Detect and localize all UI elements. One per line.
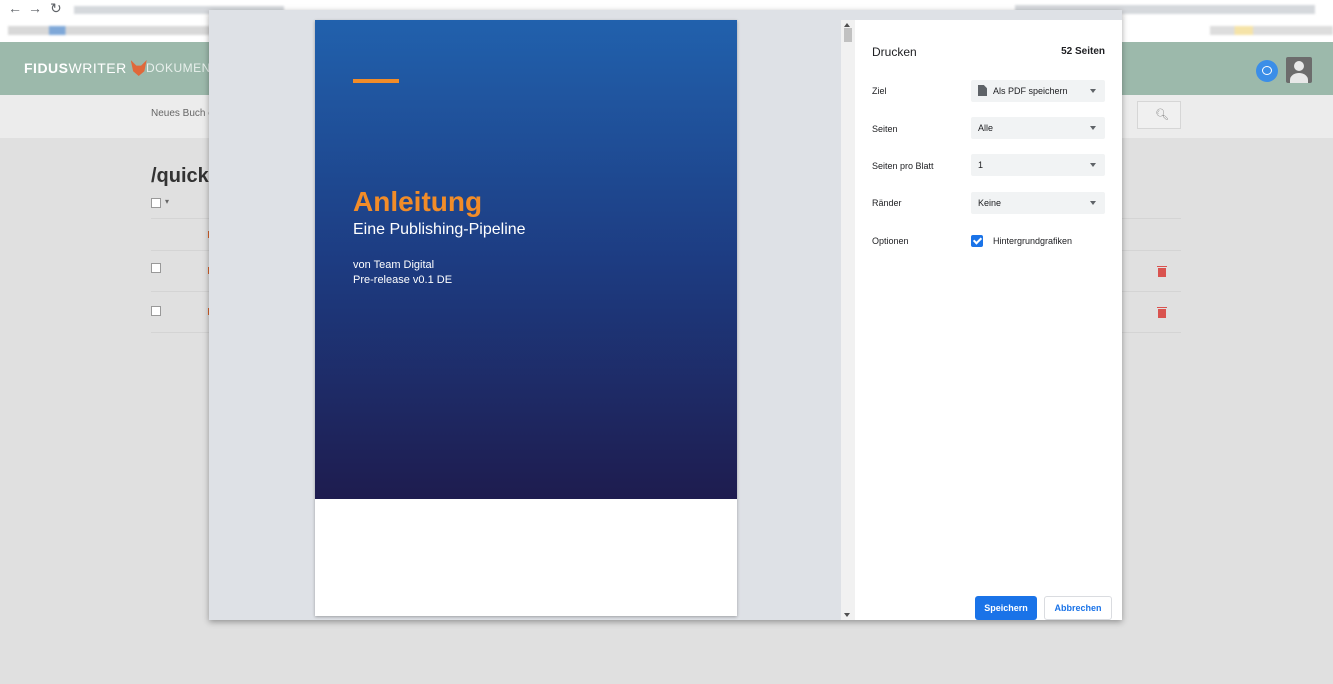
select-all-checkbox[interactable] [151,198,161,208]
print-preview-page: Anleitung Eine Publishing-Pipeline von T… [315,20,737,616]
pages-select[interactable]: Alle [971,117,1105,139]
reload-icon[interactable]: ↻ [50,0,62,17]
chat-icon[interactable] [1256,60,1278,82]
pages-value: Alle [978,123,994,133]
margins-value: Keine [978,198,1002,208]
background-graphics-checkbox[interactable] [971,235,983,247]
margins-select[interactable]: Keine [971,192,1105,214]
save-button[interactable]: Speichern [975,596,1037,620]
trash-icon[interactable] [1157,307,1167,318]
bookmarks-bar[interactable] [8,26,213,35]
options-label: Optionen [872,236,909,246]
app-logo[interactable]: FIDUSWRITER [24,60,147,76]
search-icon: 🔍︎ [1155,109,1169,121]
scroll-down-icon[interactable] [844,613,850,617]
chevron-down-icon [1090,163,1096,167]
cover-subtitle: Eine Publishing-Pipeline [353,221,526,238]
scroll-up-icon[interactable] [844,23,850,27]
trash-icon[interactable] [1157,266,1167,277]
logo-light-text: WRITER [68,60,127,76]
print-settings-panel: Drucken 52 Seiten Ziel Als PDF speichern… [855,20,1122,620]
chevron-down-icon [1090,89,1096,93]
cover-background: Anleitung Eine Publishing-Pipeline von T… [315,20,737,499]
destination-value: Als PDF speichern [993,86,1068,96]
page-count: 52 Seiten [1061,46,1105,57]
fox-logo-icon [130,60,147,76]
destination-select[interactable]: Als PDF speichern [971,80,1105,102]
nav-documents[interactable]: DOKUMENT [146,61,219,75]
cover-accent-bar [353,79,399,83]
destination-label: Ziel [872,86,887,96]
print-dialog: Anleitung Eine Publishing-Pipeline von T… [209,10,1122,620]
row-checkbox[interactable] [151,306,161,316]
preview-scrollbar[interactable] [841,20,855,620]
forward-icon[interactable]: → [28,0,42,16]
logo-bold-text: FIDUS [24,60,69,76]
pages-per-sheet-value: 1 [978,160,984,170]
row-checkbox[interactable] [151,263,161,273]
margins-label: Ränder [872,198,902,208]
back-icon[interactable]: ← [8,0,22,16]
scroll-thumb[interactable] [844,28,852,42]
document-icon [978,85,987,96]
chevron-down-icon [1090,126,1096,130]
chevron-down-icon [1090,201,1096,205]
cover-release: Pre-release v0.1 DE [353,274,453,286]
bookmarks-bar-right[interactable] [1210,26,1333,35]
chevron-down-icon[interactable]: ▾ [165,197,169,206]
cover-author: von Team Digital [353,259,435,271]
cover-title: Anleitung [353,186,483,217]
new-book-button[interactable]: Neues Buch e [151,108,214,119]
pages-per-sheet-select[interactable]: 1 [971,154,1105,176]
pages-label: Seiten [872,124,898,134]
avatar[interactable] [1286,57,1312,83]
cancel-button[interactable]: Abbrechen [1044,596,1112,620]
dialog-title: Drucken [872,45,917,59]
pages-per-sheet-label: Seiten pro Blatt [872,161,934,171]
background-graphics-label[interactable]: Hintergrundgrafiken [993,236,1072,246]
search-input[interactable]: 🔍︎ [1137,101,1181,129]
